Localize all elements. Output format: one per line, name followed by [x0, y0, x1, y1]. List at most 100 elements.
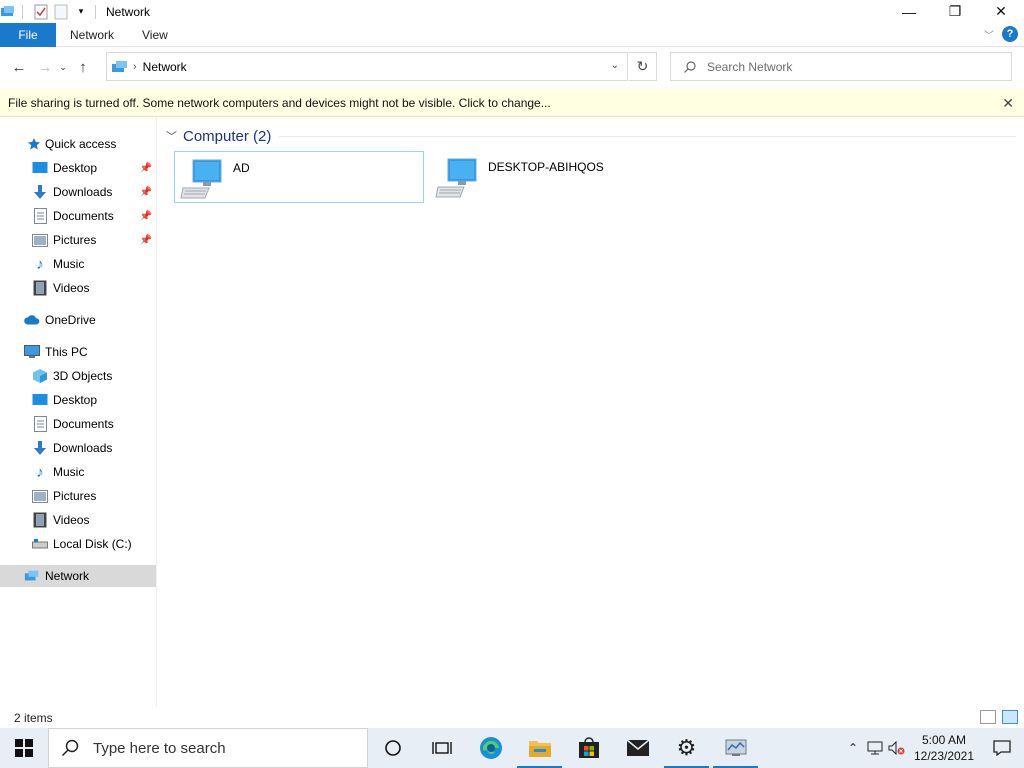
- breadcrumb-chevron-icon[interactable]: ›: [133, 61, 137, 73]
- search-icon: [61, 739, 79, 757]
- nav-pc-3d-objects[interactable]: 3D Objects: [0, 365, 156, 387]
- file-sharing-infobar[interactable]: File sharing is turned off. Some network…: [0, 89, 1024, 117]
- nav-qa-pictures[interactable]: Pictures 📌: [0, 229, 156, 251]
- pin-icon[interactable]: 📌: [140, 163, 152, 174]
- volume-muted-icon[interactable]: [886, 728, 908, 768]
- nav-pc-documents[interactable]: Documents: [0, 413, 156, 435]
- recent-locations-icon[interactable]: ⌄: [56, 56, 70, 78]
- nav-quick-access[interactable]: Quick access: [0, 133, 156, 155]
- navigation-bar: ← → ⌄ ↑ › Network ⌄ ↻: [0, 47, 1024, 87]
- show-hidden-icons-icon[interactable]: ⌃: [842, 728, 864, 768]
- back-button[interactable]: ←: [8, 56, 30, 78]
- details-view-icon[interactable]: [980, 710, 996, 724]
- task-view-button[interactable]: [417, 728, 466, 768]
- nav-pc-desktop[interactable]: Desktop: [0, 389, 156, 411]
- desktop-icon: [32, 392, 48, 408]
- videos-icon: [32, 280, 48, 296]
- nav-label: Videos: [53, 513, 90, 527]
- cortana-button[interactable]: [368, 728, 417, 768]
- clock-date: 12/23/2021: [913, 749, 975, 763]
- nav-pc-music[interactable]: ♪ Music: [0, 461, 156, 483]
- edge-button[interactable]: [466, 728, 515, 768]
- nav-label: This PC: [45, 345, 88, 359]
- nav-label: Documents: [53, 417, 114, 431]
- group-divider: [279, 135, 1016, 137]
- nav-this-pc[interactable]: This PC: [0, 341, 156, 363]
- nav-label: Network: [45, 569, 90, 583]
- nav-onedrive[interactable]: OneDrive: [0, 309, 156, 331]
- computer-icon: [179, 154, 227, 202]
- search-box[interactable]: [670, 52, 1012, 81]
- taskbar: Type here to search ⚙ ⌃ 5:00 AM 12/23/20…: [0, 728, 1024, 768]
- network-icon[interactable]: [0, 4, 16, 20]
- pictures-icon: [32, 488, 48, 504]
- nav-label: Desktop: [53, 393, 98, 407]
- start-button[interactable]: [0, 728, 48, 768]
- tiles-view-icon[interactable]: [1002, 710, 1018, 724]
- taskbar-search-box[interactable]: Type here to search: [48, 728, 368, 768]
- window-title: Network: [106, 4, 151, 19]
- collapse-group-icon[interactable]: ﹀: [166, 128, 177, 144]
- notification-icon: [993, 740, 1011, 756]
- close-button[interactable]: ✕: [978, 0, 1024, 23]
- help-icon[interactable]: ?: [1002, 26, 1018, 42]
- nav-qa-documents[interactable]: Documents 📌: [0, 205, 156, 227]
- settings-button[interactable]: ⚙: [662, 728, 711, 768]
- maximize-button[interactable]: ❐: [932, 0, 978, 23]
- network-icon: [111, 59, 129, 75]
- nav-pc-local-disk[interactable]: Local Disk (C:): [0, 533, 156, 555]
- status-bar: 2 items: [0, 707, 1024, 728]
- mail-button[interactable]: [613, 728, 662, 768]
- up-button[interactable]: ↑: [72, 56, 94, 78]
- computer-item[interactable]: DESKTOP-ABIHQOS: [430, 151, 680, 203]
- task-view-icon: [431, 740, 452, 756]
- nav-network[interactable]: Network: [0, 565, 156, 587]
- properties-icon[interactable]: [33, 4, 49, 20]
- minimize-button[interactable]: —: [886, 0, 932, 23]
- pin-icon[interactable]: 📌: [140, 235, 152, 246]
- pin-icon[interactable]: 📌: [140, 187, 152, 198]
- tab-network[interactable]: Network: [56, 28, 128, 42]
- pin-icon[interactable]: 📌: [140, 211, 152, 222]
- new-folder-icon[interactable]: [53, 4, 69, 20]
- computer-name: DESKTOP-ABIHQOS: [488, 160, 604, 174]
- clock[interactable]: 5:00 AM 12/23/2021: [908, 732, 980, 764]
- nav-qa-desktop[interactable]: Desktop 📌: [0, 157, 156, 179]
- network-status-icon[interactable]: [864, 728, 886, 768]
- file-explorer-button[interactable]: [515, 728, 564, 768]
- address-dropdown-icon[interactable]: ⌄: [611, 60, 619, 71]
- forward-button[interactable]: →: [34, 56, 56, 78]
- nav-pc-videos[interactable]: Videos: [0, 509, 156, 531]
- nav-pc-pictures[interactable]: Pictures: [0, 485, 156, 507]
- search-input[interactable]: [707, 59, 987, 74]
- navigation-pane: Quick access Desktop 📌 Downloads 📌 Docum…: [0, 117, 157, 707]
- infobar-message[interactable]: File sharing is turned off. Some network…: [8, 96, 551, 110]
- computer-item[interactable]: AD: [174, 151, 424, 203]
- nav-label: Downloads: [53, 441, 113, 455]
- file-explorer-icon: [528, 738, 552, 758]
- breadcrumb-network[interactable]: Network: [143, 60, 187, 74]
- address-bar[interactable]: › Network ⌄: [106, 52, 628, 81]
- nav-qa-videos[interactable]: Videos: [0, 277, 156, 299]
- tab-view[interactable]: View: [128, 28, 182, 42]
- action-center-button[interactable]: [980, 728, 1024, 768]
- drive-icon: [32, 536, 48, 552]
- music-icon: ♪: [36, 463, 44, 481]
- server-manager-button[interactable]: [711, 728, 760, 768]
- close-infobar-icon[interactable]: ✕: [1002, 95, 1014, 112]
- expand-ribbon-icon[interactable]: ﹀: [984, 27, 994, 42]
- nav-pc-downloads[interactable]: Downloads: [0, 437, 156, 459]
- nav-label: Quick access: [45, 137, 117, 151]
- nav-qa-downloads[interactable]: Downloads 📌: [0, 181, 156, 203]
- 3d-objects-icon: [32, 368, 48, 384]
- nav-label: OneDrive: [45, 313, 96, 327]
- desktop-icon: [32, 160, 48, 176]
- refresh-button[interactable]: ↻: [629, 52, 657, 81]
- nav-label: 3D Objects: [53, 369, 113, 383]
- nav-qa-music[interactable]: ♪ Music: [0, 253, 156, 275]
- customize-toolbar-chevron-icon[interactable]: ▾: [73, 4, 89, 20]
- tab-file[interactable]: File: [0, 22, 56, 47]
- group-header-computer[interactable]: ﹀ Computer (2): [166, 125, 1016, 147]
- taskbar-search-placeholder: Type here to search: [93, 739, 226, 757]
- store-button[interactable]: [564, 728, 613, 768]
